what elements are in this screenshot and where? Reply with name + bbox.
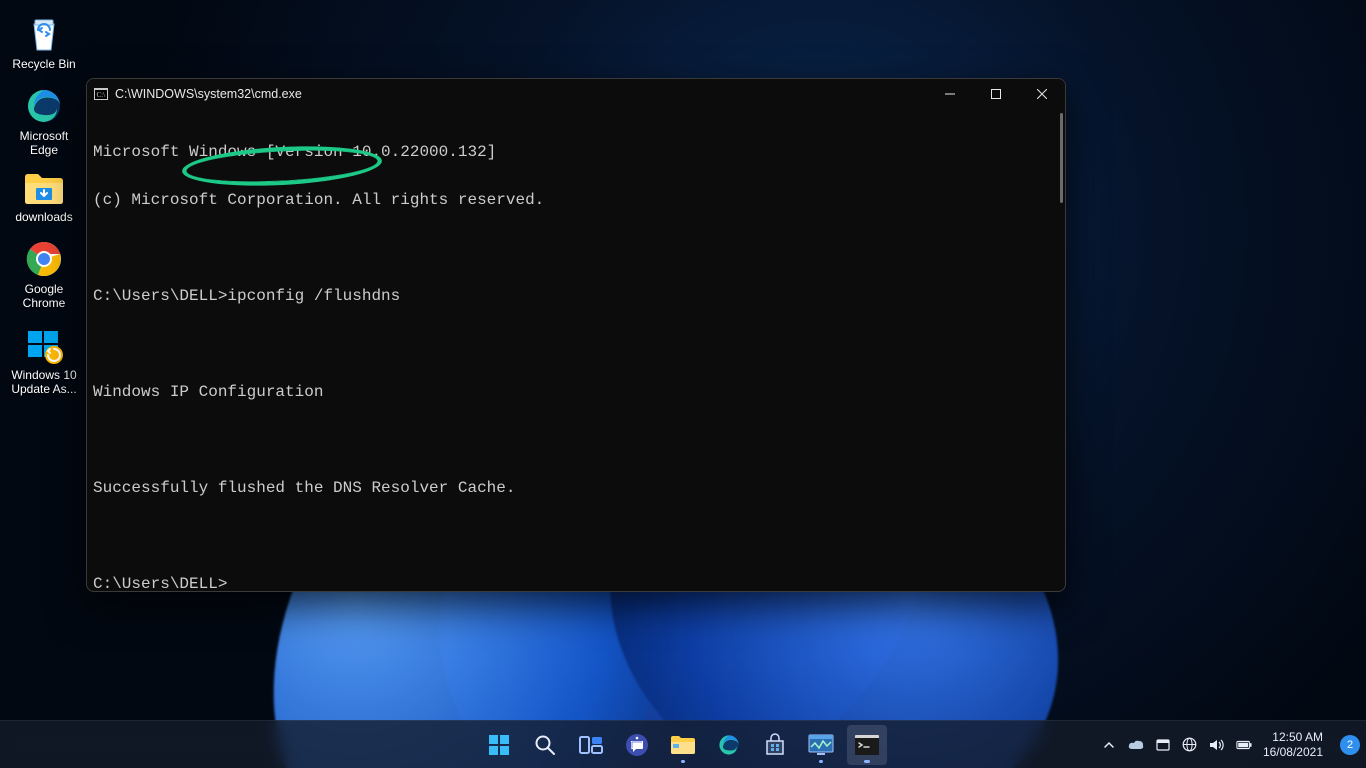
desktop-icon-label: Windows 10 Update As... bbox=[11, 368, 76, 396]
folder-icon bbox=[23, 171, 65, 207]
tray-chevron-up-icon[interactable] bbox=[1101, 737, 1117, 753]
cmd-output-line: Successfully flushed the DNS Resolver Ca… bbox=[93, 480, 1059, 496]
desktop-icon-downloads[interactable]: downloads bbox=[5, 165, 83, 233]
tray-notification-badge[interactable]: 2 bbox=[1340, 735, 1360, 755]
recycle-bin-icon bbox=[24, 14, 64, 54]
minimize-button[interactable] bbox=[927, 79, 973, 109]
cmd-titlebar-icon: C:\ bbox=[87, 88, 115, 100]
tray-language-icon[interactable] bbox=[1182, 737, 1198, 753]
cmd-icon bbox=[855, 735, 879, 755]
taskbar-search[interactable] bbox=[525, 725, 565, 765]
tray-clock[interactable]: 12:50 AM 16/08/2021 bbox=[1263, 730, 1325, 759]
task-view-icon bbox=[579, 734, 603, 756]
cmd-output-line bbox=[93, 336, 1059, 352]
desktop-icon-label: Recycle Bin bbox=[12, 57, 75, 71]
tray-time: 12:50 AM bbox=[1263, 730, 1323, 744]
cmd-output-line: C:\Users\DELL> bbox=[93, 576, 1059, 592]
cmd-scrollbar[interactable] bbox=[1060, 113, 1063, 203]
cmd-titlebar[interactable]: C:\ C:\WINDOWS\system32\cmd.exe bbox=[87, 79, 1065, 109]
cmd-output-line: C:\Users\DELL>ipconfig /flushdns bbox=[93, 288, 1059, 304]
desktop-icon-edge[interactable]: Microsoft Edge bbox=[5, 80, 83, 166]
taskbar-monitor[interactable] bbox=[801, 725, 841, 765]
taskbar-start[interactable] bbox=[479, 725, 519, 765]
tray-security-icon[interactable] bbox=[1155, 737, 1171, 753]
tray-battery-icon[interactable] bbox=[1236, 737, 1252, 753]
taskbar-edge[interactable] bbox=[709, 725, 749, 765]
cmd-output-line: Windows IP Configuration bbox=[93, 384, 1059, 400]
desktop-icon-label: Microsoft Edge bbox=[20, 129, 69, 157]
taskbar-task-view[interactable] bbox=[571, 725, 611, 765]
taskbar-center bbox=[479, 725, 887, 765]
taskbar: 12:50 AM 16/08/2021 2 bbox=[0, 720, 1366, 768]
desktop-icon-label: downloads bbox=[15, 210, 72, 224]
search-icon bbox=[534, 734, 556, 756]
close-button[interactable] bbox=[1019, 79, 1065, 109]
desktop-icon-label: Google Chrome bbox=[23, 282, 66, 310]
explorer-icon bbox=[670, 734, 696, 756]
svg-text:C:\: C:\ bbox=[97, 91, 106, 99]
chat-icon bbox=[625, 733, 649, 757]
cmd-output-line: Microsoft Windows [Version 10.0.22000.13… bbox=[93, 144, 1059, 160]
taskbar-chat[interactable] bbox=[617, 725, 657, 765]
maximize-button[interactable] bbox=[973, 79, 1019, 109]
cmd-title-text: C:\WINDOWS\system32\cmd.exe bbox=[115, 87, 302, 101]
desktop-icon-win10-update[interactable]: Windows 10 Update As... bbox=[5, 319, 83, 405]
cmd-window[interactable]: C:\ C:\WINDOWS\system32\cmd.exe Microsof… bbox=[86, 78, 1066, 592]
cmd-output-line bbox=[93, 240, 1059, 256]
desktop-icon-chrome[interactable]: Google Chrome bbox=[5, 233, 83, 319]
system-tray: 12:50 AM 16/08/2021 2 bbox=[1101, 721, 1360, 768]
store-icon bbox=[763, 733, 787, 757]
taskbar-explorer[interactable] bbox=[663, 725, 703, 765]
windows-update-icon bbox=[24, 325, 64, 365]
taskbar-store[interactable] bbox=[755, 725, 795, 765]
desktop-icon-recycle-bin[interactable]: Recycle Bin bbox=[5, 8, 83, 80]
cmd-output-line bbox=[93, 528, 1059, 544]
chrome-icon bbox=[24, 239, 64, 279]
tray-date: 16/08/2021 bbox=[1263, 745, 1323, 759]
monitor-icon bbox=[808, 734, 834, 756]
edge-icon bbox=[24, 86, 64, 126]
cmd-output-line bbox=[93, 432, 1059, 448]
cmd-output[interactable]: Microsoft Windows [Version 10.0.22000.13… bbox=[87, 109, 1065, 592]
start-icon bbox=[487, 733, 511, 757]
edge-icon bbox=[717, 733, 741, 757]
desktop-icons: Recycle Bin Microsoft Edge downloads Go bbox=[5, 8, 85, 404]
tray-onedrive-icon[interactable] bbox=[1128, 737, 1144, 753]
cmd-output-line: (c) Microsoft Corporation. All rights re… bbox=[93, 192, 1059, 208]
tray-volume-icon[interactable] bbox=[1209, 737, 1225, 753]
taskbar-cmd[interactable] bbox=[847, 725, 887, 765]
